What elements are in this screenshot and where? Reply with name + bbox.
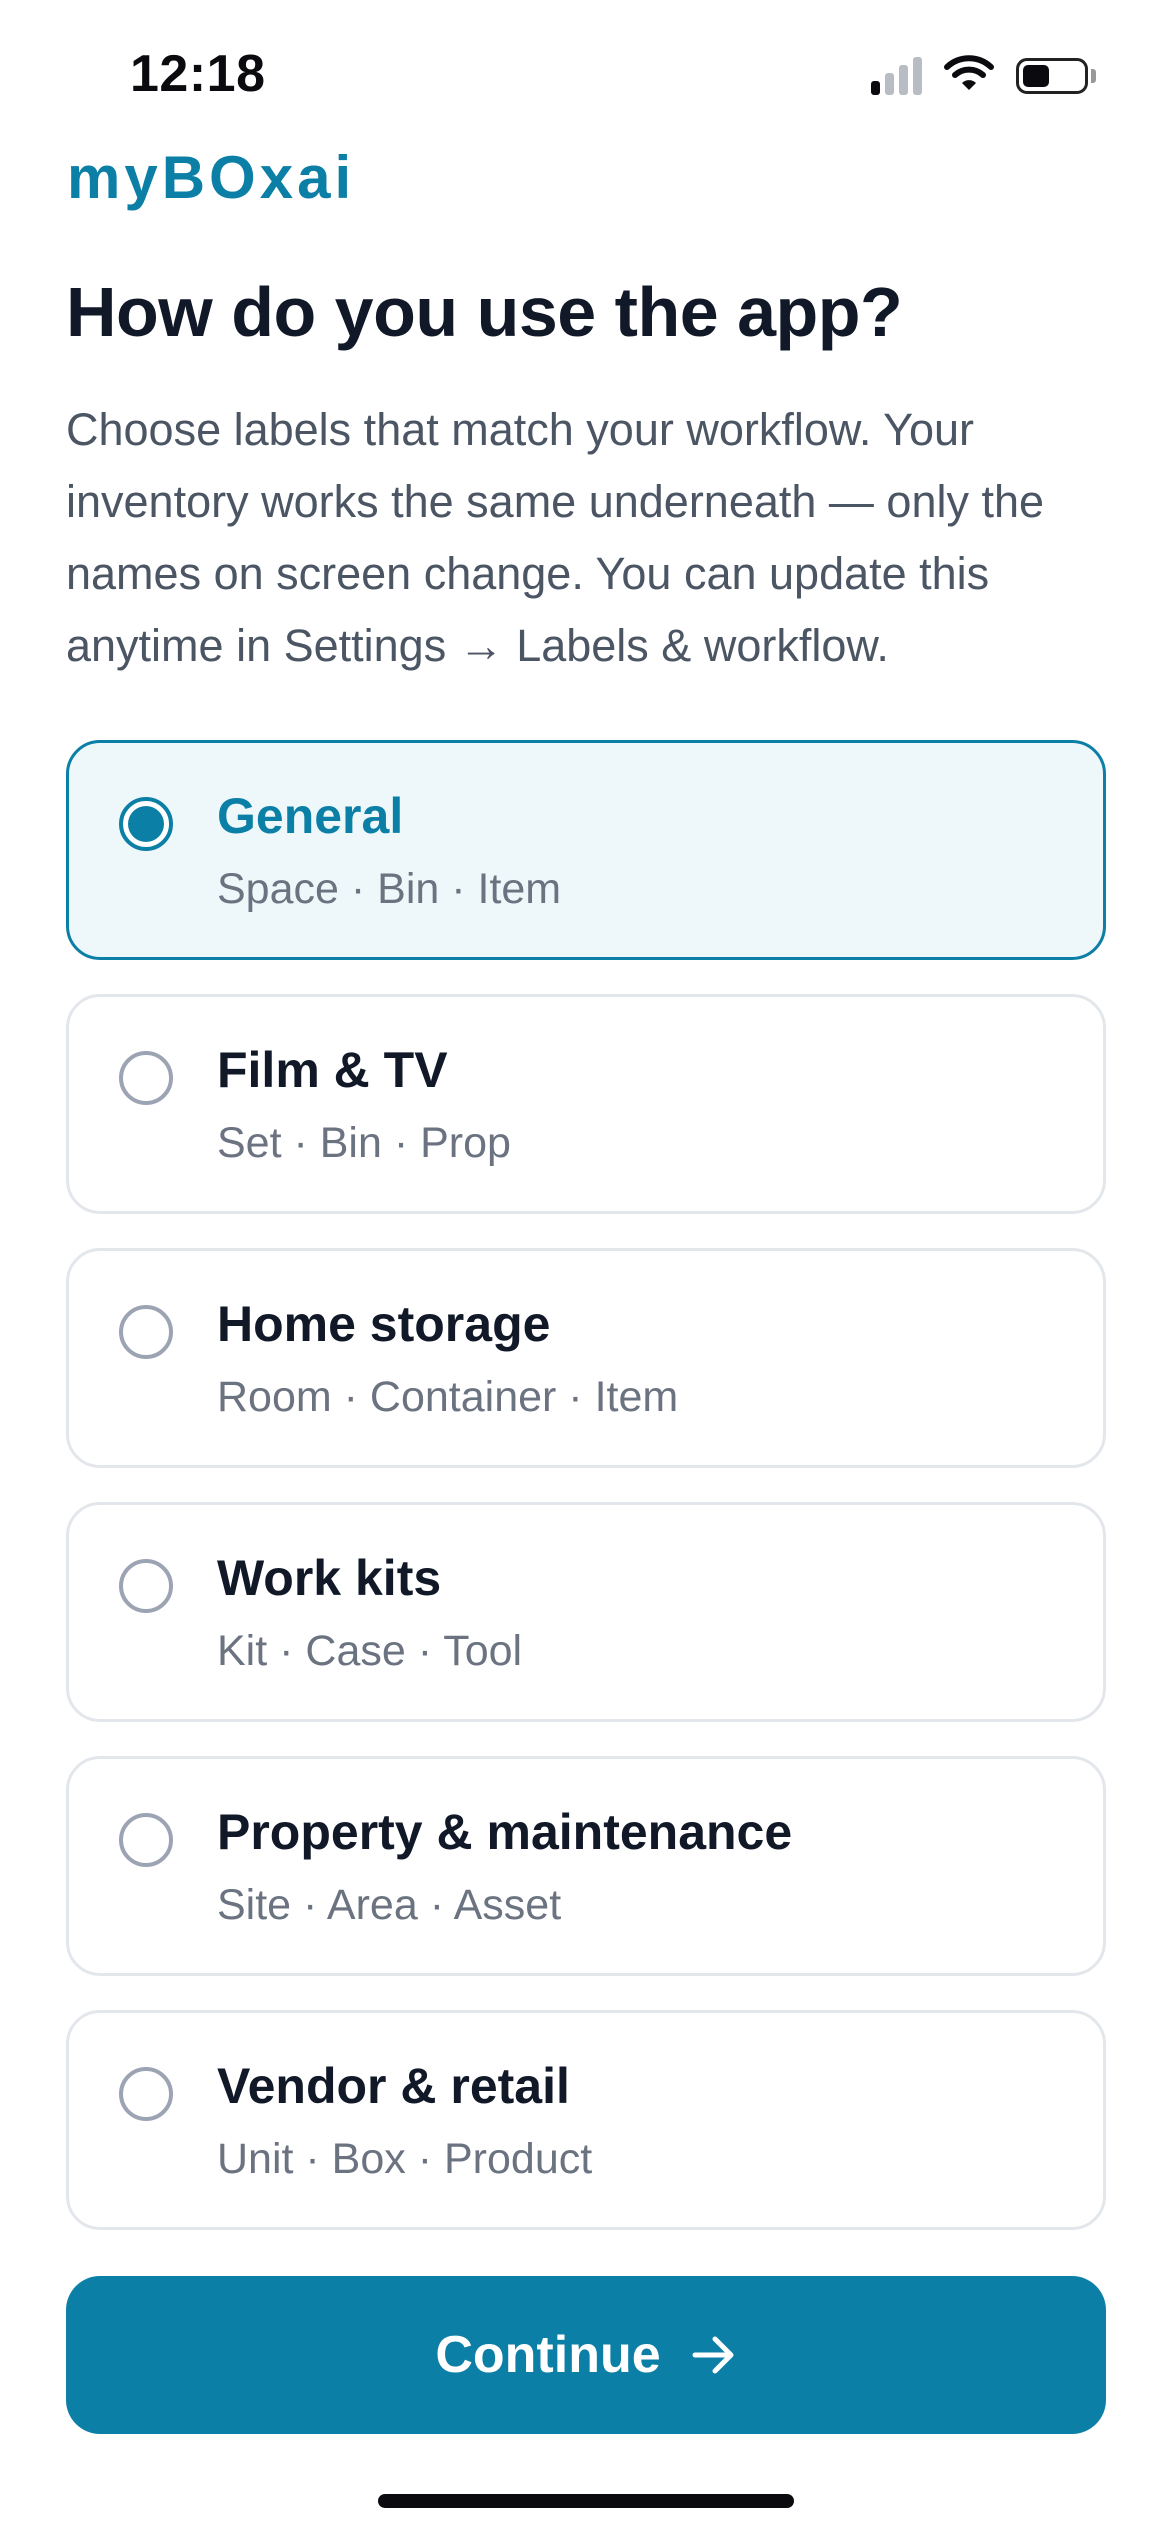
option-subtitle: Set · Bin · Prop (217, 1119, 511, 1167)
wifi-icon (944, 54, 994, 97)
option-title: Vendor & retail (217, 2058, 570, 2114)
option-vendor-retail[interactable]: Vendor & retail Unit · Box · Product (66, 2010, 1106, 2230)
option-work-kits[interactable]: Work kits Kit · Case · Tool (66, 1502, 1106, 1722)
brand-logo: myBOxai (67, 144, 356, 211)
option-subtitle: Unit · Box · Product (217, 2135, 593, 2183)
signal-icon (871, 56, 922, 95)
option-title: Property & maintenance (217, 1804, 793, 1860)
radio-unselected-icon[interactable] (119, 1559, 173, 1613)
option-subtitle: Kit · Case · Tool (217, 1627, 523, 1675)
option-title: Work kits (217, 1550, 442, 1606)
home-indicator (378, 2494, 794, 2508)
status-time: 12:18 (130, 45, 266, 103)
workflow-options: General Space · Bin · Item Film & TV Set… (66, 740, 1106, 2264)
option-film-tv[interactable]: Film & TV Set · Bin · Prop (66, 994, 1106, 1214)
option-title: Film & TV (217, 1042, 448, 1098)
radio-unselected-icon[interactable] (119, 1305, 173, 1359)
radio-unselected-icon[interactable] (119, 1051, 173, 1105)
radio-unselected-icon[interactable] (119, 2067, 173, 2121)
arrow-right-icon (691, 2335, 737, 2375)
option-home-storage[interactable]: Home storage Room · Container · Item (66, 1248, 1106, 1468)
option-title: Home storage (217, 1296, 551, 1352)
continue-button[interactable]: Continue (66, 2276, 1106, 2434)
continue-button-label: Continue (435, 2326, 661, 2384)
option-title: General (217, 788, 404, 844)
status-bar: 12:18 (0, 0, 1170, 150)
status-icons (871, 54, 1096, 97)
option-property-maintenance[interactable]: Property & maintenance Site · Area · Ass… (66, 1756, 1106, 1976)
radio-selected-icon[interactable] (119, 797, 173, 851)
page-description: Choose labels that match your workflow. … (66, 404, 1045, 671)
option-subtitle: Site · Area · Asset (217, 1881, 562, 1929)
radio-unselected-icon[interactable] (119, 1813, 173, 1867)
battery-icon (1016, 57, 1096, 94)
option-subtitle: Room · Container · Item (217, 1373, 679, 1421)
page-title: How do you use the app? (66, 273, 903, 351)
option-general[interactable]: General Space · Bin · Item (66, 740, 1106, 960)
option-subtitle: Space · Bin · Item (217, 865, 562, 913)
